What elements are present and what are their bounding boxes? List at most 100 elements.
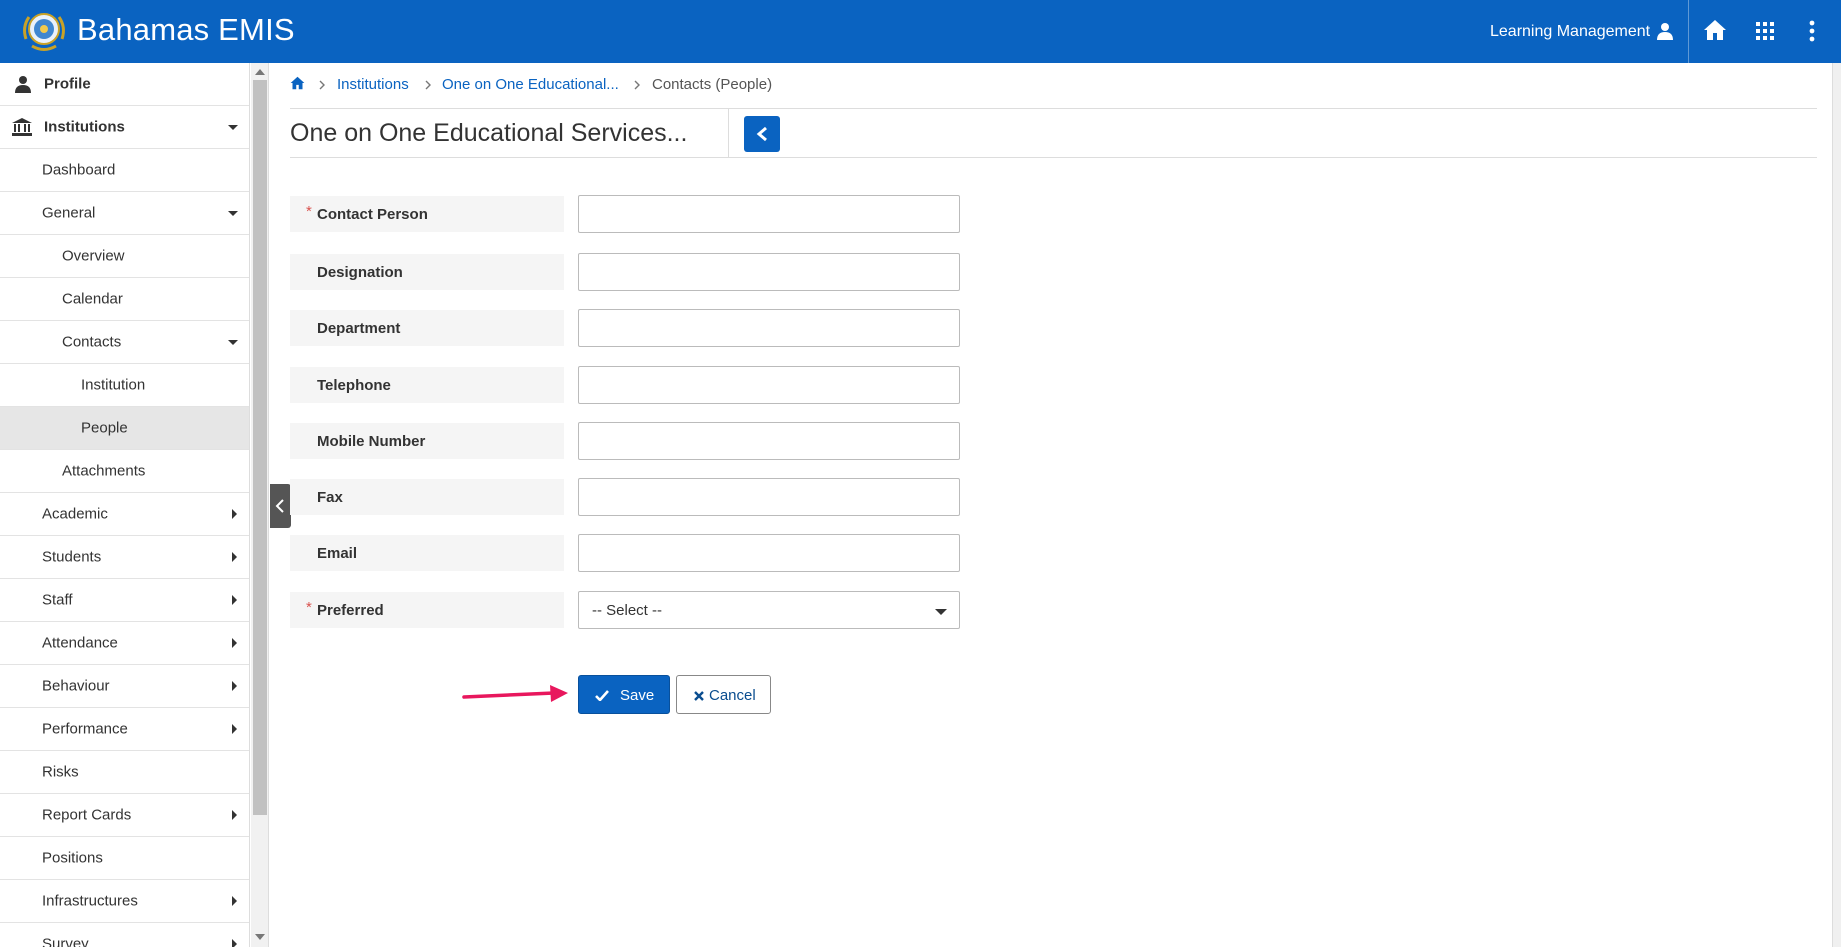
- sidebar-item-label: Behaviour: [42, 677, 110, 695]
- form-row-contact-person: * Contact Person: [290, 195, 960, 233]
- preferred-select[interactable]: -- Select --: [578, 591, 960, 629]
- sidebar-item-label: Performance: [42, 720, 128, 738]
- scroll-down-icon[interactable]: [255, 934, 265, 940]
- chevron-down-icon: [228, 340, 238, 345]
- annotation-arrow-icon: [462, 685, 568, 702]
- sidebar-item-label: General: [42, 204, 96, 222]
- chevron-right-icon: [232, 896, 237, 906]
- sidebar-item-institution[interactable]: Institution: [0, 364, 249, 407]
- contact-person-input[interactable]: [578, 195, 960, 233]
- form-row-preferred: * Preferred -- Select --: [290, 591, 960, 629]
- sidebar-item-label: Institution: [81, 376, 146, 394]
- sidebar-item-calendar[interactable]: Calendar: [0, 278, 249, 321]
- sidebar-item-survey[interactable]: Survey: [0, 923, 249, 947]
- form-row-telephone: Telephone: [290, 366, 960, 404]
- sidebar-item-infrastructures[interactable]: Infrastructures: [0, 880, 249, 923]
- email-input[interactable]: [578, 534, 960, 572]
- sidebar-item-dashboard[interactable]: Dashboard: [0, 149, 249, 192]
- sidebar-collapse-toggle[interactable]: [270, 484, 291, 528]
- department-input[interactable]: [578, 309, 960, 347]
- sidebar-item-label: Academic: [42, 505, 108, 523]
- chevron-right-icon: [232, 595, 237, 605]
- field-label-text: Contact Person: [317, 206, 428, 223]
- sidebar-item-label: Infrastructures: [42, 892, 138, 910]
- breadcrumb-institution-name[interactable]: One on One Educational...: [442, 76, 619, 93]
- fax-input[interactable]: [578, 478, 960, 516]
- sidebar-item-label: Report Cards: [42, 806, 132, 824]
- home-icon[interactable]: [290, 76, 305, 90]
- telephone-input[interactable]: [578, 366, 960, 404]
- cancel-button-label: Cancel: [709, 687, 756, 704]
- chevron-left-icon: [275, 499, 284, 513]
- field-label-text: Preferred: [317, 602, 384, 619]
- sidebar-item-performance[interactable]: Performance: [0, 708, 249, 751]
- sidebar-item-positions[interactable]: Positions: [0, 837, 249, 880]
- back-button[interactable]: [744, 116, 780, 152]
- field-label: Department: [290, 310, 564, 346]
- cancel-button[interactable]: Cancel: [676, 675, 771, 714]
- user-menu-label[interactable]: Learning Management: [1490, 23, 1650, 41]
- user-icon: [15, 76, 31, 93]
- sidebar-item-people[interactable]: People: [0, 407, 249, 450]
- save-button[interactable]: Save: [578, 675, 670, 714]
- sidebar-item-label: Contacts: [62, 333, 122, 351]
- field-label-text: Designation: [317, 264, 403, 281]
- page-scrollbar[interactable]: [1832, 63, 1841, 947]
- form-row-department: Department: [290, 309, 960, 347]
- field-label: * Preferred: [290, 592, 564, 628]
- more-vertical-icon[interactable]: [1808, 20, 1816, 42]
- sidebar-item-label: Students: [42, 548, 102, 566]
- sidebar-item-attachments[interactable]: Attachments: [0, 450, 249, 493]
- sidebar-item-behaviour[interactable]: Behaviour: [0, 665, 249, 708]
- app-title: Bahamas EMIS: [77, 12, 295, 47]
- mobile-number-input[interactable]: [578, 422, 960, 460]
- form-row-mobile-number: Mobile Number: [290, 422, 960, 460]
- header-edge: [1832, 0, 1841, 63]
- field-label: Designation: [290, 254, 564, 290]
- sidebar-item-students[interactable]: Students: [0, 536, 249, 579]
- sidebar-item-label: Institutions: [44, 118, 125, 136]
- sidebar-item-academic[interactable]: Academic: [0, 493, 249, 536]
- sidebar-item-risks[interactable]: Risks: [0, 751, 249, 794]
- chevron-right-icon: [232, 509, 237, 519]
- preferred-selected-value: -- Select --: [592, 602, 663, 619]
- chevron-left-icon: [756, 126, 767, 142]
- institution-icon: [12, 118, 32, 136]
- top-header: Bahamas EMIS Learning Management: [0, 0, 1841, 63]
- sidebar-item-label: Overview: [62, 247, 125, 265]
- title-bar: One on One Educational Services...: [290, 108, 1817, 158]
- breadcrumb-institutions[interactable]: Institutions: [337, 76, 409, 93]
- breadcrumb-separator-icon: [319, 80, 325, 90]
- sidebar-item-report-cards[interactable]: Report Cards: [0, 794, 249, 837]
- sidebar-scrollbar-thumb[interactable]: [253, 80, 267, 815]
- field-label: Email: [290, 535, 564, 571]
- sidebar: Profile Institutions Dashboard General O…: [0, 63, 250, 947]
- sidebar-item-overview[interactable]: Overview: [0, 235, 249, 278]
- apps-grid-icon[interactable]: [1756, 22, 1774, 40]
- sidebar-item-institutions[interactable]: Institutions: [0, 106, 249, 149]
- check-icon: [595, 690, 609, 701]
- scroll-up-icon[interactable]: [255, 69, 265, 75]
- sidebar-item-label: Attachments: [62, 462, 146, 480]
- sidebar-item-label: Staff: [42, 591, 73, 609]
- required-mark: *: [306, 203, 312, 220]
- form-row-designation: Designation: [290, 253, 960, 291]
- designation-input[interactable]: [578, 253, 960, 291]
- chevron-right-icon: [232, 681, 237, 691]
- field-label-text: Email: [317, 545, 358, 562]
- sidebar-item-profile[interactable]: Profile: [0, 63, 249, 106]
- sidebar-item-contacts[interactable]: Contacts: [0, 321, 249, 364]
- home-icon[interactable]: [1703, 19, 1727, 41]
- sidebar-item-attendance[interactable]: Attendance: [0, 622, 249, 665]
- sidebar-item-general[interactable]: General: [0, 192, 249, 235]
- chevron-right-icon: [232, 724, 237, 734]
- sidebar-item-label: Survey: [42, 935, 89, 947]
- field-label: Mobile Number: [290, 423, 564, 459]
- sidebar-item-staff[interactable]: Staff: [0, 579, 249, 622]
- sidebar-item-label: Attendance: [42, 634, 118, 652]
- sidebar-item-label: Dashboard: [42, 161, 116, 179]
- chevron-right-icon: [232, 810, 237, 820]
- user-icon[interactable]: [1656, 22, 1674, 40]
- page-title: One on One Educational Services...: [290, 119, 688, 147]
- chevron-down-icon: [228, 211, 238, 216]
